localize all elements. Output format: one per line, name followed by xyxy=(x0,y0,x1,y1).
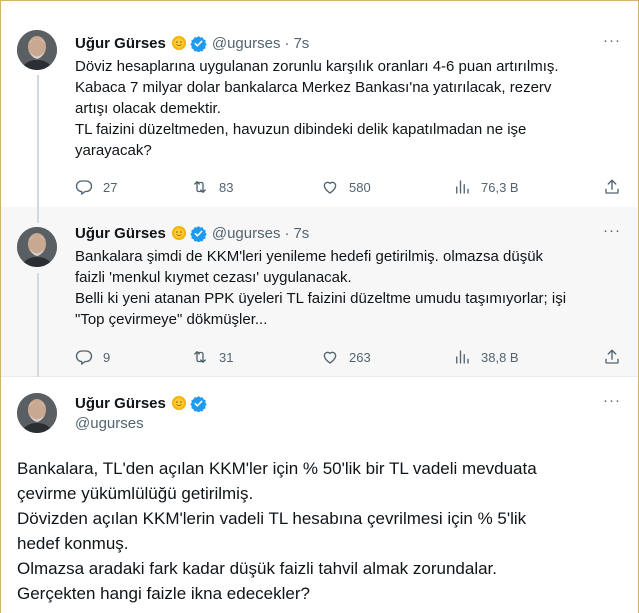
reply-button[interactable]: 27 xyxy=(75,177,117,197)
tweet-line: Olmazsa aradaki fark kadar düşük faizli … xyxy=(17,559,497,578)
reply-icon xyxy=(75,180,93,195)
verified-badge-icon xyxy=(190,395,207,412)
tweet-line: faizli 'menkul kıymet cezası' uygulanaca… xyxy=(75,269,352,286)
author-name[interactable]: Uğur Gürses xyxy=(75,395,166,412)
verified-badge-icon xyxy=(190,35,207,52)
share-button[interactable] xyxy=(603,347,621,367)
tweet-line: TL faizini düzeltmeden, havuzun dibindek… xyxy=(75,121,527,138)
tweet-header: Uğur Gürses @ugurses · 7s xyxy=(75,223,309,243)
thread-line xyxy=(37,75,39,207)
heart-icon xyxy=(323,351,337,364)
like-button[interactable]: 580 xyxy=(321,177,371,197)
share-icon xyxy=(605,179,619,194)
tweet-line: Bankalara, TL'den açılan KKM'ler için % … xyxy=(17,459,537,478)
tweet-line: Döviz hesaplarına uygulanan zorunlu karş… xyxy=(75,58,559,75)
retweet-icon xyxy=(194,181,206,193)
tweet-line: hedef konmuş. xyxy=(17,534,129,553)
like-button[interactable]: 263 xyxy=(321,347,371,367)
reply-button[interactable]: 9 xyxy=(75,347,110,367)
views-button[interactable]: 76,3 B xyxy=(453,177,519,197)
avatar[interactable] xyxy=(17,30,57,70)
tweet[interactable]: Uğur Gürses @ugurses · 7s ··· Döviz hesa… xyxy=(1,1,638,207)
tweet-header: Uğur Gürses @ugurses · 7s xyxy=(75,33,309,53)
tweet-line: Gerçekten hangi faizle ikna edecekler? xyxy=(17,584,310,603)
more-options-icon[interactable]: ··· xyxy=(602,393,622,415)
views-chart-icon xyxy=(456,180,469,194)
reply-count: 27 xyxy=(103,179,118,195)
tweet-line: "Top çevirmeye" dökmüşler... xyxy=(75,311,268,328)
retweet-button[interactable]: 83 xyxy=(191,177,233,197)
sun-emoji-icon xyxy=(171,36,186,50)
retweet-count: 83 xyxy=(219,179,234,195)
like-count: 263 xyxy=(349,349,371,365)
more-options-icon[interactable]: ··· xyxy=(602,33,622,55)
focused-tweet: Uğur Gürses @ugurses ··· Bankalara, TL'd… xyxy=(1,377,638,613)
retweet-button[interactable]: 31 xyxy=(191,347,233,367)
thread-line xyxy=(37,273,39,377)
author-name[interactable]: Uğur Gürses xyxy=(75,225,166,242)
views-count: 38,8 B xyxy=(481,349,519,365)
tweet-line: artışı olacak demektir. xyxy=(75,100,221,117)
thread-line xyxy=(37,207,39,223)
views-button[interactable]: 38,8 B xyxy=(453,347,519,367)
tweet[interactable]: Uğur Gürses @ugurses · 7s ··· Bankalara … xyxy=(1,207,638,377)
author-handle[interactable]: @ugurses xyxy=(212,35,281,52)
reply-count: 9 xyxy=(103,349,111,365)
verified-badge-icon xyxy=(190,225,207,242)
author-name[interactable]: Uğur Gürses xyxy=(75,35,166,52)
avatar[interactable] xyxy=(17,227,57,267)
heart-icon xyxy=(323,181,337,194)
share-button[interactable] xyxy=(603,177,621,197)
author-handle[interactable]: @ugurses xyxy=(75,415,144,432)
tweet-text: Bankalara şimdi de KKM'leri yenileme hed… xyxy=(75,246,620,330)
timeline: Uğur Gürses @ugurses · 7s ··· Döviz hesa… xyxy=(0,0,639,613)
sun-emoji-icon xyxy=(171,226,186,240)
tweet-time[interactable]: 7s xyxy=(293,225,309,242)
share-icon xyxy=(605,349,619,364)
tweet-line: Dövizden açılan KKM'lerin vadeli TL hesa… xyxy=(17,509,527,528)
retweet-count: 31 xyxy=(219,349,234,365)
avatar[interactable] xyxy=(17,393,57,433)
like-count: 580 xyxy=(349,179,371,195)
tweet-text: Döviz hesaplarına uygulanan zorunlu karş… xyxy=(75,56,620,161)
tweet-line: çevirme yükümlülüğü getirilmiş. xyxy=(17,484,254,503)
tweet-actions: 27 83 580 76,3 B xyxy=(75,177,623,197)
tweet-header: Uğur Gürses xyxy=(75,393,207,413)
author-handle[interactable]: @ugurses xyxy=(212,225,281,242)
tweet-text: Bankalara, TL'den açılan KKM'ler için % … xyxy=(17,456,622,606)
separator-dot: · xyxy=(284,34,290,52)
views-count: 76,3 B xyxy=(481,179,519,195)
reply-icon xyxy=(75,350,93,365)
tweet-actions: 9 31 263 38,8 B xyxy=(75,347,623,367)
retweet-icon xyxy=(194,351,206,363)
tweet-line: Kabaca 7 milyar dolar bankalarca Merkez … xyxy=(75,79,552,96)
tweet-line: Belli ki yeni atanan PPK üyeleri TL faiz… xyxy=(75,290,567,307)
separator-dot: · xyxy=(284,224,290,242)
views-chart-icon xyxy=(456,350,469,364)
tweet-time[interactable]: 7s xyxy=(293,35,309,52)
tweet-line: Bankalara şimdi de KKM'leri yenileme hed… xyxy=(75,248,544,265)
sun-emoji-icon xyxy=(171,396,186,410)
more-options-icon[interactable]: ··· xyxy=(602,223,622,245)
tweet-line: yarayacak? xyxy=(75,142,152,159)
